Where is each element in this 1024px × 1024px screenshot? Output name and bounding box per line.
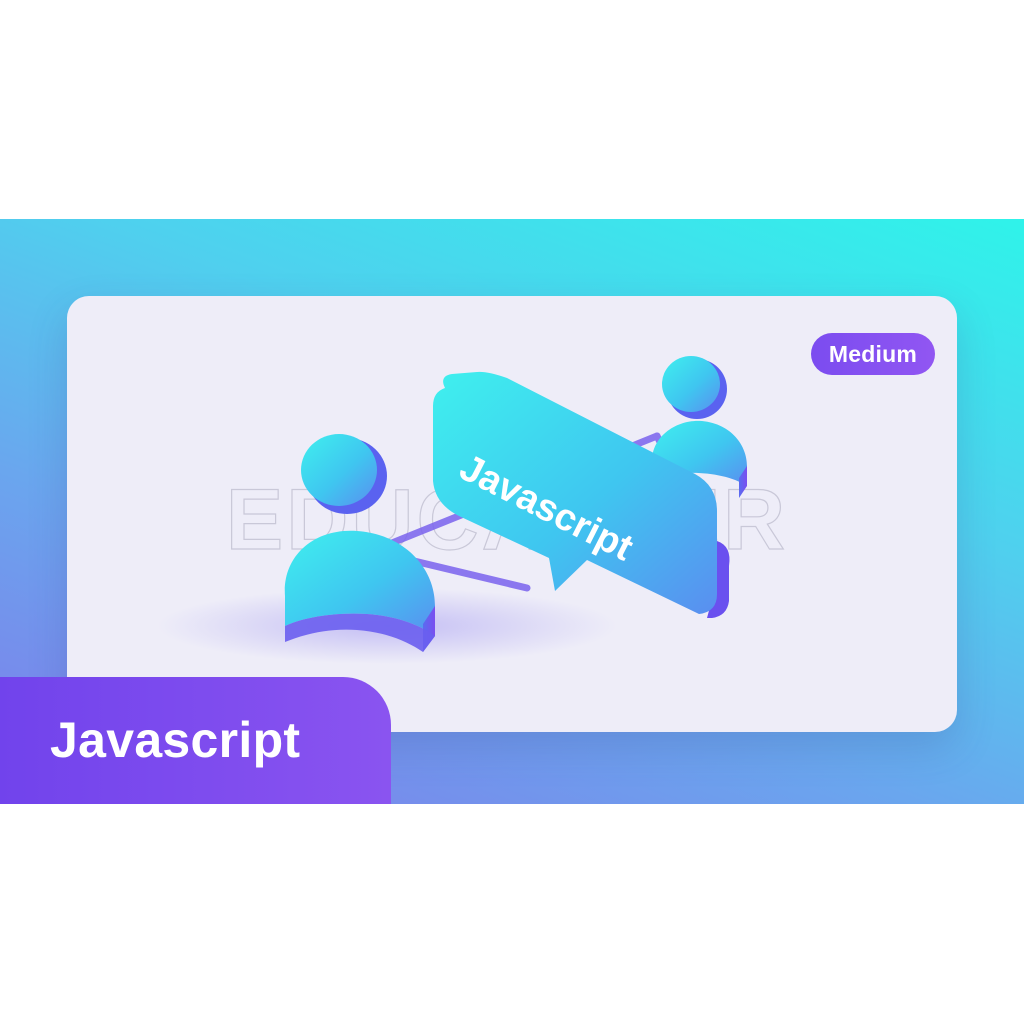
course-title-tab: Javascript (0, 677, 391, 804)
difficulty-badge[interactable]: Medium (810, 333, 935, 375)
preview-card: EDUCASTER (67, 296, 957, 732)
course-title: Javascript (50, 711, 301, 768)
page: EDUCASTER (0, 0, 1024, 1024)
course-banner[interactable]: EDUCASTER (0, 219, 1024, 804)
